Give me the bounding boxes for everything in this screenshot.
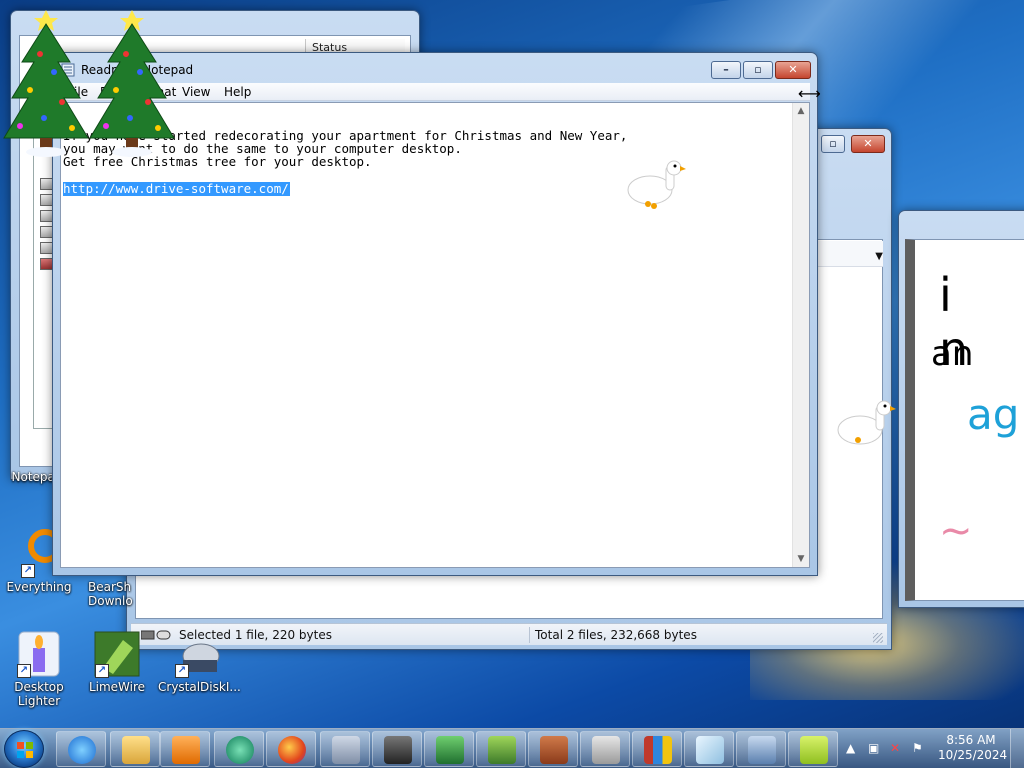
desktop-icon-label-line1: Desktop <box>14 680 64 694</box>
desktop-icon-limewire[interactable]: ↗ LimeWire <box>80 630 154 694</box>
taskbar-limewire[interactable] <box>476 731 526 767</box>
desktop-icon-label: Everything <box>6 580 72 594</box>
chevron-down-icon[interactable]: ▼ <box>875 251 883 262</box>
shortcut-arrow-icon: ↗ <box>21 564 35 578</box>
goose-app-icon <box>800 736 828 764</box>
paint-window[interactable]: i n an ag ~ <box>898 210 1024 608</box>
internet-explorer-icon <box>68 736 96 764</box>
handwritten-line-3: ag <box>967 390 1020 439</box>
taskbar: ▲ ▣ ✕ ⚑ 8:56 AM 10/25/2024 <box>0 728 1024 768</box>
clock-time: 8:56 AM <box>946 733 996 747</box>
scroll-up-arrow-icon[interactable]: ▲ <box>793 103 809 119</box>
christmas-tree-icon[interactable] <box>86 2 178 162</box>
taskbar-installer[interactable] <box>580 731 630 767</box>
firefox-icon <box>278 736 306 764</box>
taskbar-system-tool[interactable] <box>320 731 370 767</box>
notepad-text-area[interactable]: If you have started redecorating your ap… <box>60 102 810 568</box>
taskbar-winrar[interactable] <box>632 731 682 767</box>
network-icon[interactable]: ▣ <box>868 741 879 755</box>
taskbar-explorer[interactable] <box>110 731 160 767</box>
winrar-icon <box>644 736 672 764</box>
selected-url-text[interactable]: http://www.drive-software.com/ <box>63 182 290 196</box>
limewire-icon <box>488 736 516 764</box>
show-hidden-icons-arrow-icon[interactable]: ▲ <box>846 741 855 755</box>
desktop-goose-icon[interactable] <box>626 160 686 212</box>
desktop-icon-crystaldiskinfo[interactable]: ↗ CrystalDiskI... <box>158 630 241 694</box>
taskbar-clock[interactable]: 8:56 AM 10/25/2024 <box>938 733 1008 763</box>
vertical-scrollbar[interactable]: ▲ ▼ <box>792 103 809 567</box>
network-brick-icon <box>540 736 568 764</box>
close-icon: ✕ <box>863 137 873 150</box>
desktop-icon-label: LimeWire <box>88 680 146 694</box>
desktop-icon-desktop-lighter[interactable]: ↗ Desktop Lighter <box>2 630 76 708</box>
close-button[interactable]: ✕ <box>775 61 811 79</box>
remote-desktop-icon <box>748 736 776 764</box>
handwritten-line-4: ~ <box>939 508 973 554</box>
taskbar-paper-tool[interactable] <box>684 731 734 767</box>
clock-date: 10/25/2024 <box>938 748 1008 762</box>
maximize-button[interactable]: ▫ <box>821 135 845 153</box>
paper-tool-icon <box>696 736 724 764</box>
taskbar-internet-explorer[interactable] <box>56 731 106 767</box>
handwritten-line-2: an <box>931 334 974 374</box>
windows-logo-icon <box>17 742 33 758</box>
monitor-chart-icon <box>436 736 464 764</box>
status-total-text: Total 2 files, 232,668 bytes <box>535 628 697 642</box>
menu-help[interactable]: Help <box>220 84 255 100</box>
christmas-tree-icon[interactable] <box>0 2 92 162</box>
minimize-button[interactable]: – <box>711 61 741 79</box>
taskbar-remote-desktop[interactable] <box>736 731 786 767</box>
system-tool-icon <box>332 736 360 764</box>
system-tray: ▲ ▣ ✕ ⚑ 8:56 AM 10/25/2024 <box>842 729 1024 768</box>
scroll-down-arrow-icon[interactable]: ▼ <box>793 551 809 567</box>
maximize-icon: ▫ <box>754 63 762 76</box>
resize-cursor-icon: ⟷ <box>798 84 821 103</box>
disk-tool-icon <box>384 736 412 764</box>
taskbar-goose-app[interactable] <box>788 731 838 767</box>
volume-muted-icon[interactable]: ✕ <box>890 741 900 755</box>
media-player-icon <box>172 736 200 764</box>
shortcut-arrow-icon: ↗ <box>95 664 109 678</box>
taskbar-monitor-chart[interactable] <box>424 731 474 767</box>
taskbar-firefox[interactable] <box>266 731 316 767</box>
status-divider <box>529 627 530 643</box>
desktop-icon-label: BearSh Downlo <box>88 580 133 608</box>
start-button[interactable] <box>4 730 44 768</box>
close-button[interactable]: ✕ <box>851 135 885 153</box>
installer-icon <box>592 736 620 764</box>
shortcut-arrow-icon: ↗ <box>17 664 31 678</box>
maximize-button[interactable]: ▫ <box>743 61 773 79</box>
maximize-icon: ▫ <box>829 137 837 150</box>
candle-icon: ↗ <box>15 630 63 678</box>
close-icon: ✕ <box>788 63 798 76</box>
crystaldiskinfo-icon: ↗ <box>173 630 221 678</box>
desktop-goose-icon[interactable] <box>836 400 896 452</box>
shortcut-arrow-icon: ↗ <box>175 664 189 678</box>
explorer-folder-icon <box>122 736 150 764</box>
desktop-icon-label: CrystalDiskI... <box>158 680 241 694</box>
resize-grip[interactable] <box>873 633 883 643</box>
taskbar-disk-tool[interactable] <box>372 731 422 767</box>
show-desktop-button[interactable] <box>1010 729 1024 768</box>
menu-view[interactable]: View <box>178 84 214 100</box>
flag-icon[interactable]: ⚑ <box>912 741 923 755</box>
explorer-status-bar: Selected 1 file, 220 bytes Total 2 files… <box>131 623 887 645</box>
taskbar-media-player[interactable] <box>160 731 210 767</box>
taskbar-green-sphere-app[interactable] <box>214 731 264 767</box>
minimize-icon: – <box>723 63 729 76</box>
desktop-icon-label-line2: Lighter <box>17 694 61 708</box>
limewire-icon: ↗ <box>93 630 141 678</box>
paint-canvas[interactable]: i n an ag ~ <box>905 239 1024 601</box>
green-sphere-app-icon <box>226 736 254 764</box>
taskbar-network-brick[interactable] <box>528 731 578 767</box>
